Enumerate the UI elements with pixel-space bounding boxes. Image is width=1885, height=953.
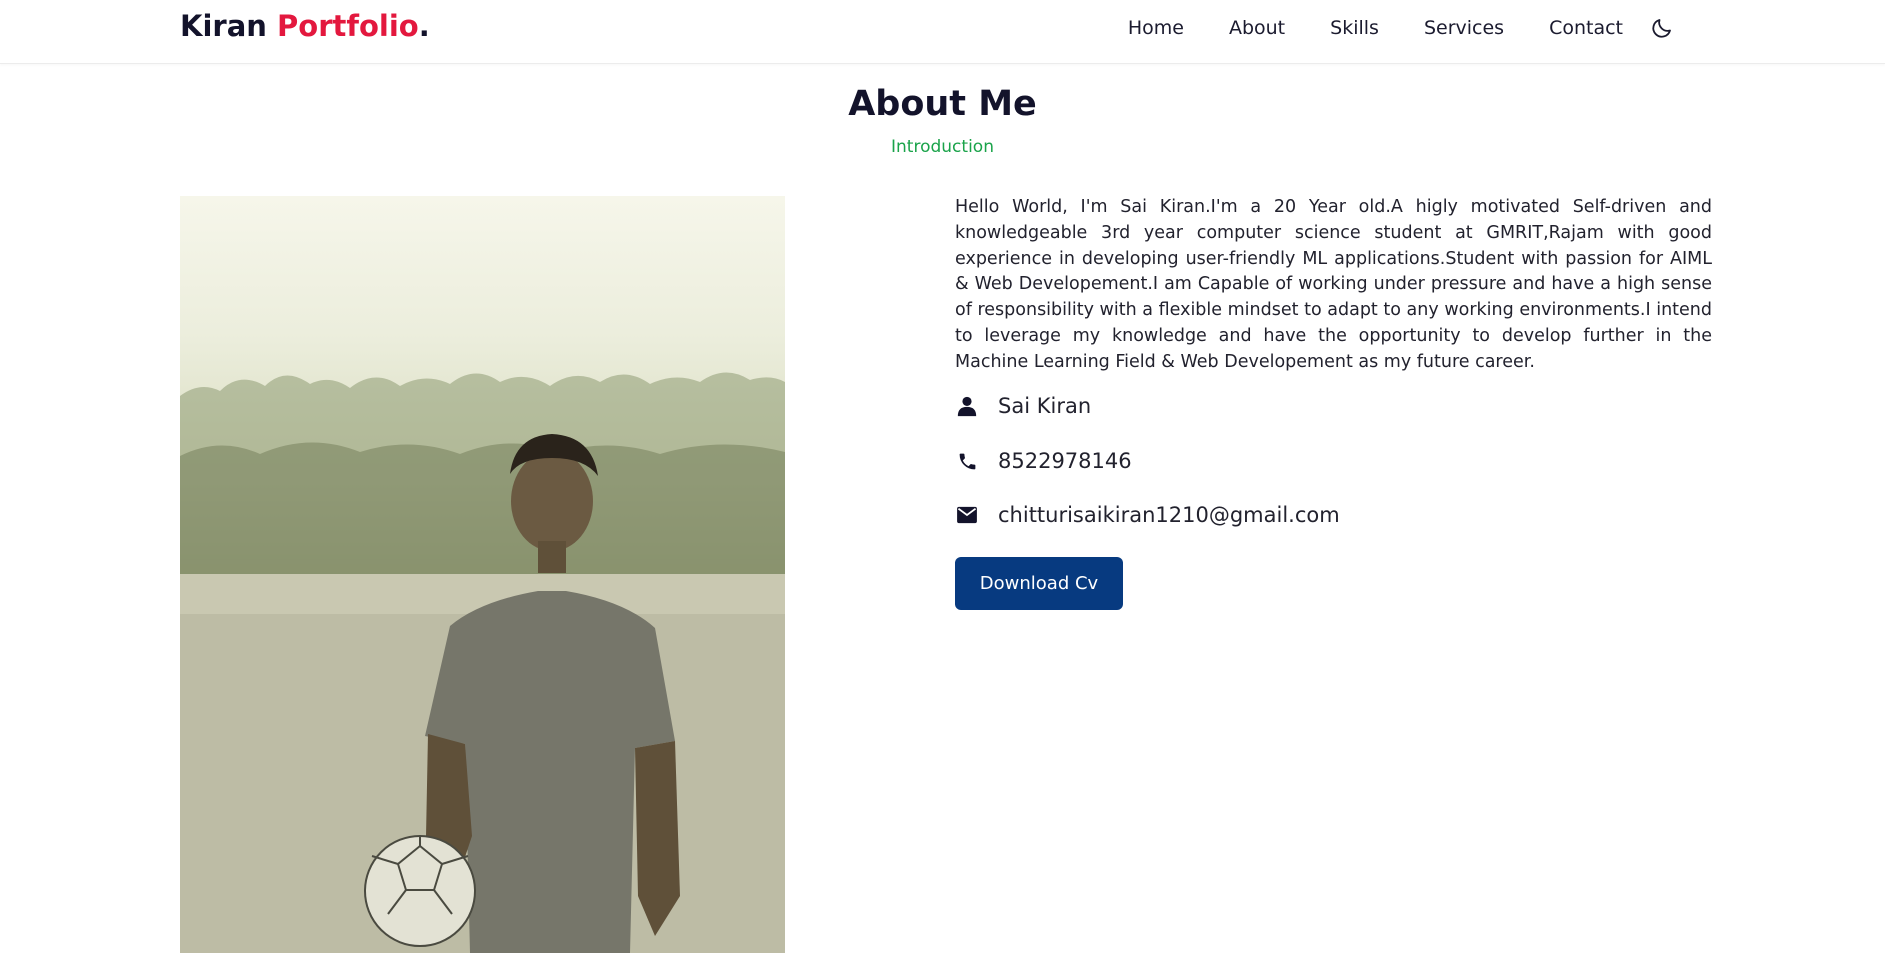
nav-contact[interactable]: Contact <box>1549 17 1623 39</box>
logo-main-text: Kiran <box>180 9 267 43</box>
user-icon <box>955 394 979 418</box>
section-title: About Me <box>848 84 1037 124</box>
site-header: Kiran Portfolio. Home About Skills Servi… <box>0 0 1885 64</box>
download-cv-button[interactable]: Download Cv <box>955 557 1123 610</box>
logo-dot: . <box>418 9 430 43</box>
nav-skills[interactable]: Skills <box>1330 17 1379 39</box>
info-email-value: chitturisaikiran1210@gmail.com <box>998 503 1340 527</box>
info-email-row: chitturisaikiran1210@gmail.com <box>955 503 1340 527</box>
info-phone-row: 8522978146 <box>955 449 1132 473</box>
nav-home[interactable]: Home <box>1128 17 1184 39</box>
nav-about[interactable]: About <box>1229 17 1285 39</box>
about-description: Hello World, I'm Sai Kiran.I'm a 20 Year… <box>955 197 1712 372</box>
main-nav: Home About Skills Services Contact <box>1128 15 1675 41</box>
section-subtitle: Introduction <box>891 137 994 157</box>
logo-accent-text: Portfolio <box>277 9 419 43</box>
moon-icon[interactable] <box>1649 15 1675 41</box>
site-logo[interactable]: Kiran Portfolio. <box>180 9 430 43</box>
mail-icon <box>955 503 979 527</box>
info-phone-value: 8522978146 <box>998 449 1132 473</box>
phone-icon <box>955 449 979 473</box>
nav-services[interactable]: Services <box>1424 17 1504 39</box>
info-name-value: Sai Kiran <box>998 394 1092 418</box>
info-name-row: Sai Kiran <box>955 394 1091 418</box>
profile-photo <box>180 196 785 953</box>
